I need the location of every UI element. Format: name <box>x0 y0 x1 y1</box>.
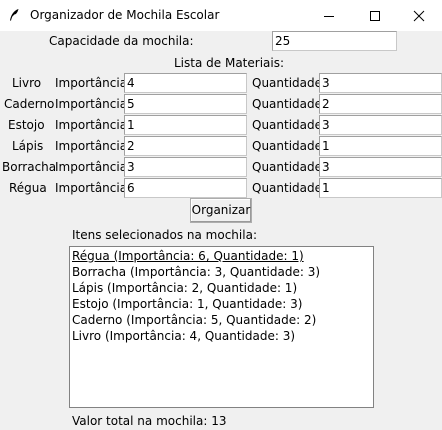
importance-input[interactable]: 3 <box>124 157 247 177</box>
quantity-input[interactable]: 3 <box>319 115 442 135</box>
quantity-label: Quantidade: <box>252 118 327 132</box>
title-bar[interactable]: Organizador de Mochila Escolar <box>0 0 442 31</box>
total-value-label: Valor total na mochila: 13 <box>72 414 227 428</box>
list-item[interactable]: Lápis (Importância: 2, Quantidade: 1) <box>71 280 372 296</box>
quantity-label: Quantidade: <box>252 76 327 90</box>
quantity-label: Quantidade: <box>252 181 327 195</box>
importance-input[interactable]: 1 <box>124 115 247 135</box>
quantity-label: Quantidade: <box>252 139 327 153</box>
capacity-input[interactable]: 25 <box>272 31 397 51</box>
selected-items-listbox[interactable]: Régua (Importância: 6, Quantidade: 1) Bo… <box>69 246 374 408</box>
materials-heading: Lista de Materiais: <box>174 56 285 70</box>
importance-label: Importância: <box>55 118 132 132</box>
list-item[interactable]: Estojo (Importância: 1, Quantidade: 3) <box>71 296 372 312</box>
material-name: Livro <box>12 76 42 90</box>
quantity-label: Quantidade: <box>252 160 327 174</box>
list-item[interactable]: Borracha (Importância: 3, Quantidade: 3) <box>71 264 372 280</box>
app-window: Organizador de Mochila Escolar Capacidad… <box>0 0 442 430</box>
maximize-icon <box>370 10 380 21</box>
material-name: Caderno <box>4 97 55 111</box>
material-name: Régua <box>9 181 47 195</box>
material-name: Estojo <box>8 118 45 132</box>
quantity-input[interactable]: 3 <box>319 73 442 93</box>
quantity-input[interactable]: 3 <box>319 157 442 177</box>
quantity-input[interactable]: 1 <box>319 136 442 156</box>
selected-items-label: Itens selecionados na mochila: <box>72 228 257 242</box>
quantity-input[interactable]: 2 <box>319 94 442 114</box>
importance-label: Importância: <box>55 139 132 153</box>
list-item[interactable]: Livro (Importância: 4, Quantidade: 3) <box>71 328 372 344</box>
capacity-label: Capacidade da mochila: <box>49 34 194 48</box>
feather-icon <box>10 9 19 21</box>
window-title: Organizador de Mochila Escolar <box>30 8 220 22</box>
material-name: Lápis <box>12 139 44 153</box>
importance-label: Importância: <box>55 76 132 90</box>
minimize-icon <box>324 15 334 17</box>
importance-label: Importância: <box>55 181 132 195</box>
list-item[interactable]: Caderno (Importância: 5, Quantidade: 2) <box>71 312 372 328</box>
importance-input[interactable]: 6 <box>124 178 247 198</box>
importance-input[interactable]: 4 <box>124 73 247 93</box>
importance-label: Importância: <box>55 97 132 111</box>
material-name: Borracha <box>2 160 57 174</box>
close-icon <box>413 10 425 21</box>
importance-input[interactable]: 5 <box>124 94 247 114</box>
quantity-label: Quantidade: <box>252 97 327 111</box>
quantity-input[interactable]: 1 <box>319 178 442 198</box>
minimize-button[interactable] <box>306 0 352 31</box>
organize-button[interactable]: Organizar <box>190 198 252 223</box>
importance-label: Importância: <box>55 160 132 174</box>
close-button[interactable] <box>396 0 442 31</box>
list-item[interactable]: Régua (Importância: 6, Quantidade: 1) <box>71 248 372 264</box>
importance-input[interactable]: 2 <box>124 136 247 156</box>
maximize-button[interactable] <box>352 0 398 31</box>
